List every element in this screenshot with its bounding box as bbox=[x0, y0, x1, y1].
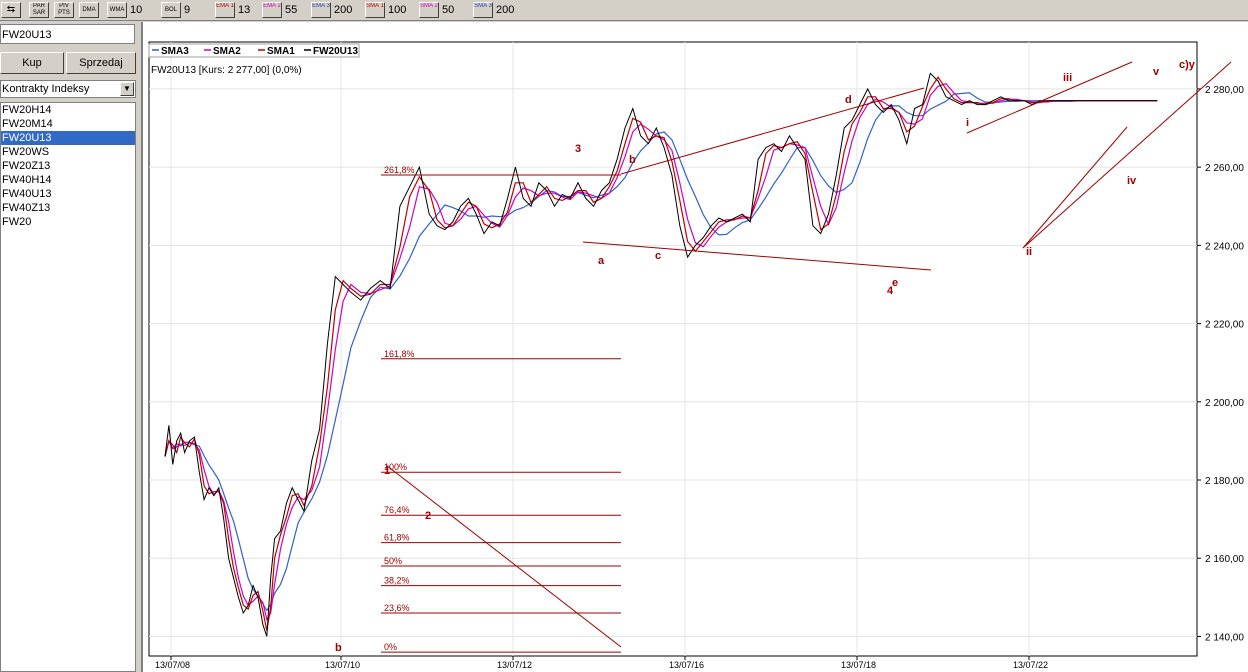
fibonacci-label: 0% bbox=[384, 642, 397, 652]
ema3-icon[interactable]: EMA 3 bbox=[311, 1, 331, 18]
y-tick-label: 2 220,00 bbox=[1205, 320, 1244, 331]
price-chart[interactable]: 2 140,00 2 160,00 2 180,00 2 200,00 2 220,00… bbox=[143, 22, 1248, 672]
instrument-title: FW20U13 bbox=[0, 24, 135, 44]
toolbar-item-ema1[interactable]: EMA 1 13 bbox=[215, 1, 250, 18]
zoom-icon[interactable]: ⇆ bbox=[1, 1, 21, 18]
fibonacci-label: 23,6% bbox=[384, 603, 410, 613]
fibonacci-label: 61,8% bbox=[384, 533, 410, 543]
instrument-list[interactable]: FW20H14 FW20M14 FW20U13 FW20WS FW20Z13 FW40H1… bbox=[0, 102, 136, 672]
x-tick-label: 13/07/18 bbox=[841, 660, 876, 670]
wave-label: ii bbox=[1026, 246, 1032, 258]
wave-label: b bbox=[629, 154, 636, 166]
sma3-period: 200 bbox=[496, 3, 515, 16]
sma3-icon[interactable]: SMA 3 bbox=[473, 1, 493, 18]
y-tick-label: 2 180,00 bbox=[1205, 476, 1244, 487]
wave-label: a bbox=[598, 255, 605, 267]
toolbar-item-bol[interactable]: BOL 9 bbox=[161, 1, 190, 18]
ema2-icon[interactable]: EMA 2 bbox=[262, 1, 282, 18]
toolbar-item-par-sar[interactable]: PAR SAR bbox=[29, 1, 49, 18]
fibonacci-label: 161,8% bbox=[384, 349, 415, 359]
toolbar-item-dma[interactable]: DMA bbox=[79, 1, 99, 18]
y-tick-label: 2 200,00 bbox=[1205, 398, 1244, 409]
fibonacci-label: 261,8% bbox=[384, 165, 415, 175]
buy-button[interactable]: Kup bbox=[0, 52, 64, 74]
instrument-item[interactable]: FW20H14 bbox=[1, 103, 135, 117]
y-tick-label: 2 260,00 bbox=[1205, 163, 1244, 174]
sma1-period: 100 bbox=[388, 3, 407, 16]
ema1-period: 13 bbox=[238, 3, 251, 16]
sma2-icon[interactable]: SMA 2 bbox=[419, 1, 439, 18]
y-tick-label: 2 240,00 bbox=[1205, 241, 1244, 252]
x-tick-label: 13/07/10 bbox=[325, 660, 360, 670]
instrument-item[interactable]: FW20Z13 bbox=[1, 159, 135, 173]
ema2-period: 55 bbox=[285, 3, 298, 16]
instrument-item[interactable]: FW20M14 bbox=[1, 117, 135, 131]
sma1-icon[interactable]: SMA 1 bbox=[365, 1, 385, 18]
legend-entry: FW20U13 bbox=[313, 46, 358, 57]
wave-label: b bbox=[335, 642, 342, 654]
y-tick-label: 2 280,00 bbox=[1205, 85, 1244, 96]
fibonacci-label: 38,2% bbox=[384, 576, 410, 586]
bol-icon[interactable]: BOL bbox=[161, 1, 181, 18]
bol-period: 9 bbox=[184, 3, 191, 16]
indicator-toolbar: ⇆ PAR SAR PIV PTS DMA WMA 10 BOL 9 EMA 1… bbox=[0, 0, 1248, 21]
x-tick-label: 13/07/12 bbox=[497, 660, 532, 670]
toolbar-item-wma[interactable]: WMA 10 bbox=[107, 1, 142, 18]
toolbar-item-sma2[interactable]: SMA 2 50 bbox=[419, 1, 454, 18]
instrument-item[interactable]: FW40H14 bbox=[1, 173, 135, 187]
toolbar-item-piv-pts[interactable]: PIV PTS bbox=[54, 1, 74, 18]
chart-info: FW20U13 [Kurs: 2 277,00] (0,0%) bbox=[151, 65, 302, 76]
wave-label: v bbox=[1153, 66, 1160, 78]
toolbar-item-sma3[interactable]: SMA 3 200 bbox=[473, 1, 514, 18]
dma-icon[interactable]: DMA bbox=[79, 1, 99, 18]
wave-label: i bbox=[966, 117, 969, 129]
wave-label: iii bbox=[1063, 72, 1072, 84]
plot-area bbox=[148, 41, 1198, 657]
toolbar-item-ema3[interactable]: EMA 3 200 bbox=[311, 1, 352, 18]
wave-label: 2 bbox=[425, 510, 431, 522]
toolbar-item-ema2[interactable]: EMA 2 55 bbox=[262, 1, 297, 18]
instrument-item[interactable]: FW20U13 bbox=[1, 131, 135, 145]
wma-icon[interactable]: WMA bbox=[107, 1, 127, 18]
chevron-down-icon[interactable]: ▼ bbox=[120, 82, 134, 96]
instrument-item[interactable]: FW40U13 bbox=[1, 187, 135, 201]
wave-label: d bbox=[845, 94, 852, 106]
ema1-icon[interactable]: EMA 1 bbox=[215, 1, 235, 18]
wma-period: 10 bbox=[130, 3, 143, 16]
piv-pts-icon[interactable]: PIV PTS bbox=[54, 1, 74, 18]
fibonacci-label: 76,4% bbox=[384, 505, 410, 515]
ema3-period: 200 bbox=[334, 3, 353, 16]
y-tick-label: 2 140,00 bbox=[1205, 632, 1244, 643]
legend-entry: SMA1 bbox=[267, 46, 295, 57]
wave-label: 3 bbox=[575, 143, 581, 155]
instrument-sidebar: FW20U13 Kup Sprzedaj Kontrakty Indeksy ▼… bbox=[0, 22, 137, 672]
instrument-item[interactable]: FW20 bbox=[1, 215, 135, 229]
chart-panel[interactable]: 2 140,00 2 160,00 2 180,00 2 200,00 2 220,00… bbox=[141, 22, 1248, 672]
sell-button[interactable]: Sprzedaj bbox=[66, 52, 136, 74]
wave-label: 1 bbox=[384, 465, 390, 477]
par-sar-icon[interactable]: PAR SAR bbox=[29, 1, 49, 18]
fibonacci-label: 50% bbox=[384, 556, 402, 566]
toolbar-item-zoom[interactable]: ⇆ bbox=[1, 1, 21, 18]
x-tick-label: 13/07/16 bbox=[669, 660, 704, 670]
wave-label: c)y bbox=[1179, 59, 1196, 71]
market-select[interactable]: Kontrakty Indeksy ▼ bbox=[0, 80, 136, 98]
toolbar-item-sma1[interactable]: SMA 1 100 bbox=[365, 1, 406, 18]
x-tick-label: 13/07/22 bbox=[1013, 660, 1048, 670]
wave-label: e bbox=[892, 277, 898, 289]
wave-label: c bbox=[655, 250, 661, 262]
sma2-period: 50 bbox=[442, 3, 455, 16]
instrument-item[interactable]: FW20WS bbox=[1, 145, 135, 159]
y-tick-label: 2 160,00 bbox=[1205, 554, 1244, 565]
legend-entry: SMA3 bbox=[161, 46, 189, 57]
x-tick-label: 13/07/08 bbox=[155, 660, 190, 670]
instrument-item[interactable]: FW40Z13 bbox=[1, 201, 135, 215]
legend-entry: SMA2 bbox=[213, 46, 241, 57]
market-select-value: Kontrakty Indeksy bbox=[2, 83, 90, 95]
wave-label: iv bbox=[1127, 175, 1137, 187]
